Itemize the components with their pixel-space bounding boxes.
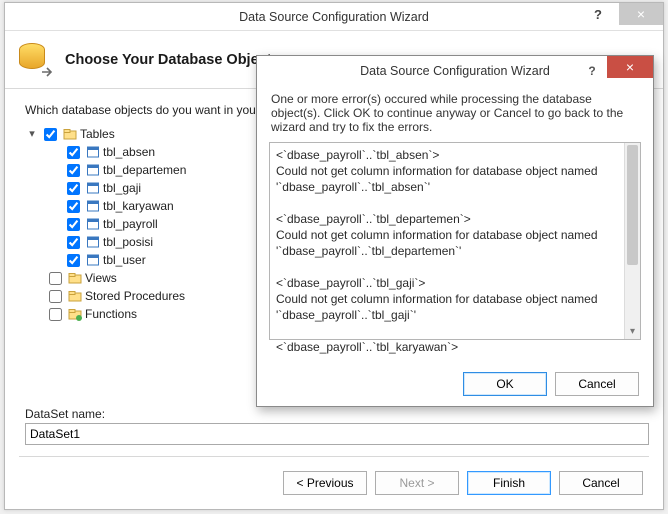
- titlebar: Data Source Configuration Wizard ? ×: [5, 3, 663, 31]
- checkbox-table[interactable]: [67, 200, 80, 213]
- scrollbar-thumb[interactable]: [627, 145, 638, 265]
- error-dialog: Data Source Configuration Wizard ? × One…: [256, 55, 654, 407]
- wizard-footer: < Previous Next > Finish Cancel: [283, 471, 643, 495]
- dataset-name-group: DataSet name:: [25, 407, 643, 445]
- checkbox-tables[interactable]: [44, 128, 57, 141]
- checkbox-sprocs[interactable]: [49, 290, 62, 303]
- ok-button[interactable]: OK: [463, 372, 547, 396]
- expand-icon[interactable]: ▾: [27, 125, 37, 143]
- scrollbar-down-arrow[interactable]: ▾: [625, 323, 640, 339]
- error-details-text: <`dbase_payroll`..`tbl_absen`> Could not…: [270, 143, 640, 359]
- help-button[interactable]: ?: [577, 3, 619, 25]
- checkbox-functions[interactable]: [49, 308, 62, 321]
- dataset-name-label: DataSet name:: [25, 407, 643, 421]
- folder-icon: [68, 271, 82, 285]
- error-close-button[interactable]: ×: [607, 56, 653, 78]
- checkbox-table[interactable]: [67, 164, 80, 177]
- folder-icon: [63, 127, 77, 141]
- header-title: Choose Your Database Objects: [65, 52, 280, 68]
- folder-icon: [68, 289, 82, 303]
- tree-label: Stored Procedures: [85, 287, 185, 305]
- tree-label: tbl_gaji: [103, 179, 141, 197]
- checkbox-table[interactable]: [67, 146, 80, 159]
- checkbox-table[interactable]: [67, 254, 80, 267]
- tree-label: Functions: [85, 305, 137, 323]
- divider: [19, 456, 649, 457]
- tree-label: tbl_departemen: [103, 161, 186, 179]
- folder-icon: [68, 307, 82, 321]
- database-icon: [19, 43, 53, 77]
- table-icon: [86, 163, 100, 177]
- table-icon: [86, 235, 100, 249]
- table-icon: [86, 145, 100, 159]
- tree-label: tbl_payroll: [103, 215, 158, 233]
- checkbox-table[interactable]: [67, 236, 80, 249]
- previous-button[interactable]: < Previous: [283, 471, 367, 495]
- cancel-button[interactable]: Cancel: [559, 471, 643, 495]
- tree-label: Views: [85, 269, 117, 287]
- error-title: Data Source Configuration Wizard: [360, 64, 550, 78]
- error-help-button[interactable]: ?: [577, 56, 607, 86]
- table-icon: [86, 181, 100, 195]
- checkbox-views[interactable]: [49, 272, 62, 285]
- titlebar-controls: ? ×: [577, 3, 663, 31]
- error-details-box: <`dbase_payroll`..`tbl_absen`> Could not…: [269, 142, 641, 340]
- next-button[interactable]: Next >: [375, 471, 459, 495]
- window-title: Data Source Configuration Wizard: [239, 10, 429, 24]
- error-titlebar: Data Source Configuration Wizard ? ×: [257, 56, 653, 86]
- dataset-name-input[interactable]: [25, 423, 649, 445]
- tree-label: tbl_absen: [103, 143, 155, 161]
- table-icon: [86, 253, 100, 267]
- tree-label: tbl_karyawan: [103, 197, 174, 215]
- finish-button[interactable]: Finish: [467, 471, 551, 495]
- table-icon: [86, 217, 100, 231]
- tree-label: tbl_posisi: [103, 233, 153, 251]
- table-icon: [86, 199, 100, 213]
- close-button[interactable]: ×: [619, 3, 663, 25]
- error-message: One or more error(s) occured while proce…: [257, 86, 653, 142]
- error-cancel-button[interactable]: Cancel: [555, 372, 639, 396]
- error-footer: OK Cancel: [463, 372, 639, 396]
- checkbox-table[interactable]: [67, 218, 80, 231]
- scrollbar[interactable]: ▾: [624, 143, 640, 339]
- tree-label: Tables: [80, 125, 115, 143]
- tree-label: tbl_user: [103, 251, 146, 269]
- checkbox-table[interactable]: [67, 182, 80, 195]
